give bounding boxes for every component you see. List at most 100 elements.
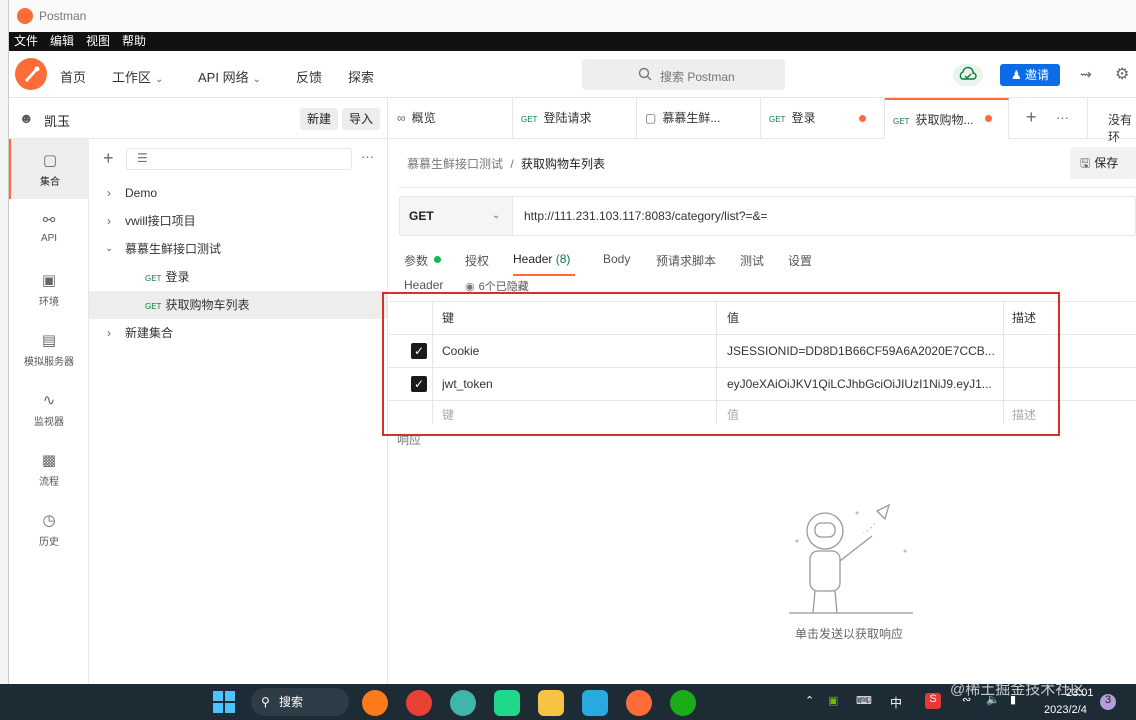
tab-login[interactable]: GET 登录 [761, 98, 885, 139]
tree-label: 获取购物车列表 [165, 298, 250, 312]
headers-count: (8) [555, 252, 571, 266]
search-input[interactable]: 搜索 Postman [582, 59, 785, 90]
tab-params[interactable]: 参数 [404, 252, 441, 269]
rail-mock-servers[interactable]: ▤ 模拟服务器 [9, 319, 89, 379]
satellite-icon[interactable]: ⇝ [1080, 66, 1092, 83]
add-tab-icon[interactable]: + [1026, 107, 1037, 128]
chrome-icon[interactable] [406, 690, 432, 716]
tab-label: 登陆请求 [543, 111, 592, 125]
new-button[interactable]: 新建 [300, 108, 338, 130]
nav-api-network-label: API 网络 [198, 70, 249, 85]
method-select[interactable]: GET ⌄ [400, 197, 513, 235]
rail-history[interactable]: ◷ 历史 [9, 499, 89, 559]
gear-icon[interactable]: ⚙ [1115, 64, 1129, 84]
tab-body[interactable]: Body [603, 252, 630, 266]
breadcrumb-separator: / [510, 157, 514, 171]
wechat-icon[interactable] [670, 690, 696, 716]
req-tab-label: Header [513, 252, 553, 266]
nav-home[interactable]: 首页 [60, 67, 86, 86]
tab-tests[interactable]: 测试 [740, 252, 764, 269]
tab-authorization[interactable]: 授权 [465, 252, 489, 269]
postman-taskbar-icon[interactable] [626, 690, 652, 716]
method-tag: GET [521, 115, 538, 124]
search-icon [638, 67, 652, 84]
pycharm-icon[interactable] [494, 690, 520, 716]
menu-help[interactable]: 帮助 [122, 32, 146, 51]
headers-section-label: Header [404, 278, 444, 292]
import-button[interactable]: 导入 [342, 108, 380, 130]
nav-explore[interactable]: 探索 [348, 67, 374, 86]
filter-icon: ☰ [137, 151, 148, 165]
divider [1087, 98, 1088, 139]
tree-item-cart-list[interactable]: GET 获取购物车列表 [89, 291, 387, 319]
tab-label: 慕慕生鲜... [662, 111, 721, 125]
rail-monitors[interactable]: ∿ 监视器 [9, 379, 89, 439]
req-tab-label: 参数 [404, 254, 429, 268]
tree-item-mumu[interactable]: ⌄ 慕慕生鲜接口测试 [89, 235, 387, 263]
filter-input[interactable]: ☰ [126, 148, 352, 170]
url-input[interactable]: http://111.231.103.117:8083/category/lis… [524, 209, 768, 223]
search-placeholder: 搜索 Postman [660, 70, 735, 84]
nav-workspaces[interactable]: 工作区 ⌄ [112, 67, 163, 86]
empty-response-text: 单击发送以获取响应 [795, 627, 904, 641]
breadcrumb-parent[interactable]: 慕慕生鲜接口测试 [407, 157, 503, 171]
ime-indicator[interactable]: 中 [890, 694, 902, 711]
chevron-up-icon[interactable]: ⌃ [805, 694, 814, 707]
tree-item-demo[interactable]: › Demo [89, 179, 387, 207]
active-dot [434, 256, 441, 263]
menu-file[interactable]: 文件 [14, 32, 38, 51]
tab-collection[interactable]: ▢ 慕慕生鲜... [637, 98, 761, 139]
nav-api-network[interactable]: API 网络 ⌄ [198, 67, 261, 86]
divider [399, 187, 1136, 188]
taskbar-search[interactable]: ⚲ 搜索 [251, 688, 349, 716]
postman-logo-icon[interactable] [15, 58, 47, 90]
tree-label: Demo [125, 186, 158, 200]
firefox-icon[interactable] [362, 690, 388, 716]
windows-start-icon[interactable] [212, 690, 236, 717]
keyboard-icon[interactable]: ⌨ [856, 694, 872, 707]
more-icon[interactable]: ··· [1056, 110, 1069, 125]
notification-badge[interactable]: 3 [1100, 694, 1116, 710]
add-icon[interactable]: + [103, 148, 114, 169]
chevron-right-icon: › [107, 186, 111, 200]
breadcrumb-current: 获取购物车列表 [521, 157, 606, 171]
tab-pre-request-script[interactable]: 预请求脚本 [656, 252, 716, 269]
edge-icon[interactable] [450, 690, 476, 716]
tree-label: 新建集合 [125, 326, 174, 340]
tree-item-vwill[interactable]: › vwill接口项目 [89, 207, 387, 235]
method-tag: GET [145, 274, 162, 283]
menu-view[interactable]: 视图 [86, 32, 110, 51]
menu-edit[interactable]: 编辑 [50, 32, 74, 51]
save-button[interactable]: 🖫 保存 [1070, 147, 1136, 179]
nvidia-icon[interactable]: ▣ [828, 694, 838, 707]
tree-item-new-collection[interactable]: › 新建集合 [89, 319, 387, 347]
media-player-icon[interactable] [582, 690, 608, 716]
rail-flows[interactable]: ▩ 流程 [9, 439, 89, 499]
more-icon[interactable]: ··· [361, 149, 374, 164]
rail-collections[interactable]: ▢ 集合 [9, 139, 89, 199]
sogou-icon[interactable]: S [925, 693, 941, 709]
rail-label: 监视器 [34, 417, 64, 428]
nav-feedback[interactable]: 反馈 [296, 67, 322, 86]
tree-label: 登录 [165, 270, 190, 284]
app-header: 首页 工作区 ⌄ API 网络 ⌄ 反馈 探索 搜索 Postman ♟ 邀请 ⇝ … [9, 51, 1136, 98]
chevron-down-icon: ⌄ [252, 74, 261, 85]
collections-icon: ▢ [42, 152, 58, 169]
rail-api[interactable]: ⚯ API [9, 199, 89, 259]
save-icon: 🖫 [1080, 156, 1091, 170]
rail-environments[interactable]: ▣ 环境 [9, 259, 89, 319]
chevron-right-icon: › [107, 214, 111, 228]
invite-button[interactable]: ♟ 邀请 [1000, 64, 1060, 86]
file-explorer-icon[interactable] [538, 690, 564, 716]
tab-settings[interactable]: 设置 [788, 252, 812, 269]
collection-icon: ▢ [645, 111, 657, 125]
cloud-sync-icon[interactable] [953, 64, 983, 86]
tab-headers[interactable]: Header (8) [513, 252, 575, 276]
tab-cart-list[interactable]: GET 获取购物... [885, 98, 1009, 139]
search-icon: ⚲ [261, 695, 270, 709]
chevron-down-icon: ⌄ [492, 210, 501, 221]
tab-login-request[interactable]: GET 登陆请求 [513, 98, 637, 139]
tree-item-login[interactable]: GET 登录 [89, 263, 387, 291]
taskbar: ⚲ 搜索 ⌃ ▣ ⌨ 中 S ∾ 🔈 ▮ 23:01 2023/2/4 3 @稀土… [0, 681, 1136, 720]
tab-overview[interactable]: ∞ 概览 [389, 98, 513, 139]
